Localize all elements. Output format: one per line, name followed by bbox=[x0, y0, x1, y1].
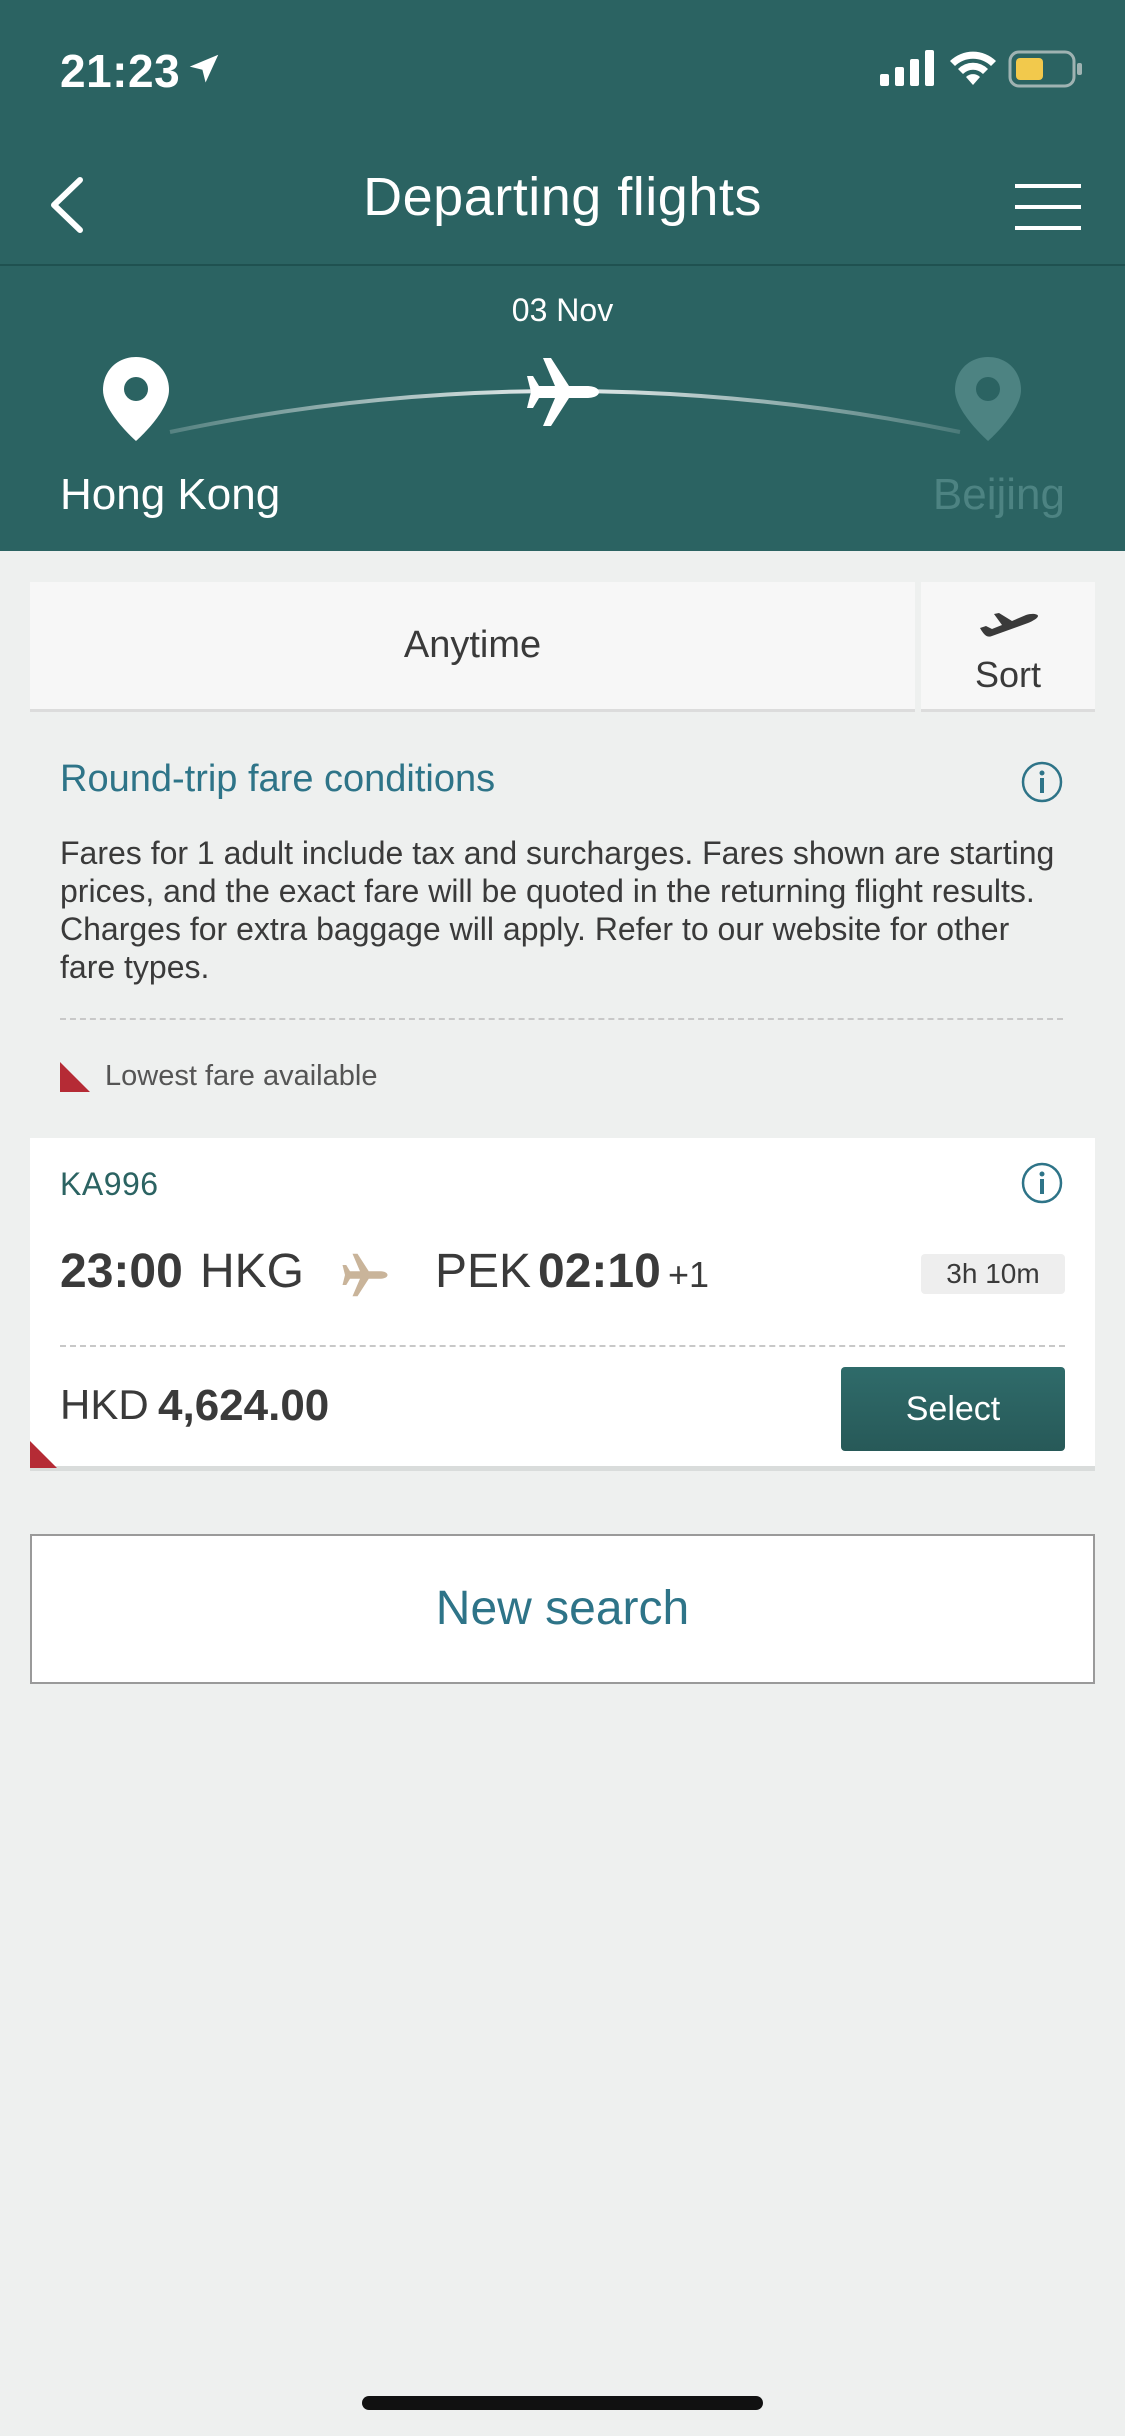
destination-city: Beijing bbox=[932, 470, 1065, 519]
day-offset: +1 bbox=[668, 1254, 710, 1295]
filter-row: Anytime Sort bbox=[30, 582, 1095, 712]
origin-pin-icon bbox=[103, 357, 169, 441]
nav-bar: Departing flights bbox=[0, 140, 1125, 265]
status-bar: 21:23 bbox=[0, 0, 1125, 140]
header-divider bbox=[0, 264, 1125, 266]
select-button[interactable]: Select bbox=[841, 1367, 1065, 1451]
new-search-button[interactable]: New search bbox=[30, 1534, 1095, 1684]
status-time: 21:23 bbox=[60, 45, 181, 97]
lowest-fare-marker-icon bbox=[60, 1062, 90, 1092]
battery-icon bbox=[1008, 50, 1082, 88]
sort-button[interactable]: Sort bbox=[921, 582, 1095, 712]
divider bbox=[60, 1018, 1063, 1020]
lowest-fare-legend: Lowest fare available bbox=[105, 1060, 378, 1092]
info-icon[interactable] bbox=[1020, 1161, 1064, 1205]
home-indicator[interactable] bbox=[362, 2396, 763, 2410]
time-filter-button[interactable]: Anytime bbox=[30, 582, 915, 712]
page-title: Departing flights bbox=[363, 167, 762, 227]
takeoff-icon bbox=[980, 613, 1038, 637]
duration-badge: 3h 10m bbox=[921, 1254, 1065, 1294]
plane-icon bbox=[527, 358, 599, 426]
header: 21:23 Departing flights 03 Nov Hong Kong… bbox=[0, 0, 1125, 551]
location-arrow-icon bbox=[189, 54, 219, 83]
origin-city: Hong Kong bbox=[60, 470, 281, 519]
sort-label: Sort bbox=[974, 654, 1042, 695]
fare-conditions-title[interactable]: Round-trip fare conditions bbox=[60, 758, 495, 801]
price-amount: 4,624.00 bbox=[158, 1381, 330, 1430]
fare-conditions-text: Fares for 1 adult include tax and surcha… bbox=[60, 835, 1055, 985]
plane-icon bbox=[342, 1253, 388, 1297]
lowest-fare-marker-icon bbox=[30, 1441, 57, 1468]
departure-code: HKG bbox=[200, 1245, 305, 1298]
menu-icon[interactable] bbox=[1005, 170, 1085, 240]
divider bbox=[60, 1345, 1065, 1347]
flight-number: KA996 bbox=[60, 1166, 159, 1202]
wifi-icon bbox=[950, 51, 996, 85]
flight-card[interactable]: KA996 23:00 HKG PEK 02:10 +1 3h 10m HKD … bbox=[30, 1138, 1095, 1471]
destination-pin-icon bbox=[955, 357, 1021, 441]
departure-time: 23:00 bbox=[60, 1245, 183, 1298]
price-currency: HKD bbox=[60, 1381, 149, 1428]
info-icon[interactable] bbox=[1020, 760, 1064, 804]
signal-icon bbox=[880, 50, 934, 86]
route-date: 03 Nov bbox=[511, 292, 614, 328]
arrival-code: PEK bbox=[435, 1245, 532, 1298]
arrival-time: 02:10 bbox=[538, 1245, 661, 1298]
